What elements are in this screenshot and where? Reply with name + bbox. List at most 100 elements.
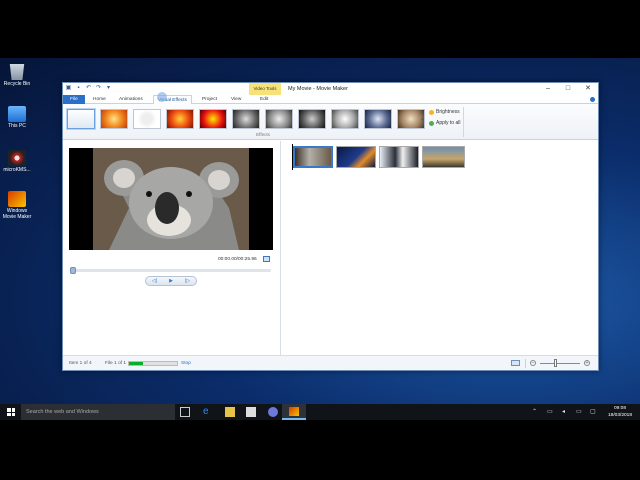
title-bar: ▣ ▪ ↶ ↷ ▾ Video Tools My Movie - Movie M… bbox=[63, 83, 598, 95]
storyboard-view-icon[interactable] bbox=[511, 360, 520, 366]
close-button[interactable]: ✕ bbox=[578, 83, 598, 95]
tab-project[interactable]: Project bbox=[198, 95, 221, 104]
apply-to-all-button[interactable]: Apply to all bbox=[429, 120, 460, 126]
video-preview[interactable] bbox=[69, 148, 273, 250]
ribbon-separator bbox=[463, 107, 464, 137]
apply-to-all-label: Apply to all bbox=[436, 120, 461, 126]
effect-thumbnail[interactable] bbox=[100, 109, 128, 129]
status-separator bbox=[525, 359, 526, 368]
tab-view[interactable]: View bbox=[227, 95, 245, 104]
tab-animations[interactable]: Animations bbox=[115, 95, 147, 104]
playback-controls: ◁| ▶ |▷ bbox=[145, 276, 197, 286]
taskbar: Search the web and Windows e ⌃ ▭ ◂ ▭ ▢ 0… bbox=[0, 404, 640, 420]
app-icon[interactable] bbox=[268, 407, 278, 417]
effect-thumbnail[interactable] bbox=[133, 109, 161, 129]
previous-frame-button[interactable]: ◁| bbox=[146, 277, 163, 285]
fullscreen-preview-button[interactable] bbox=[263, 256, 270, 262]
effect-thumbnail[interactable] bbox=[331, 109, 359, 129]
notifications-icon[interactable]: ⌃ bbox=[532, 408, 537, 415]
desktop-icon-label: This PC bbox=[8, 123, 26, 129]
status-bar: Item 1 of 4 File 1 of 1 Stop – + bbox=[63, 355, 598, 370]
status-file-count: File 1 of 1 bbox=[105, 361, 127, 366]
desktop-icon-label: Windows Movie Maker bbox=[2, 208, 32, 220]
effects-gallery-scroll[interactable]: ▲ ▼ ▾ bbox=[420, 109, 425, 129]
stop-link[interactable]: Stop bbox=[181, 361, 191, 366]
tab-edit[interactable]: Edit bbox=[256, 95, 272, 104]
action-center-icon[interactable]: ▢ bbox=[590, 408, 596, 415]
tab-home[interactable]: Home bbox=[89, 95, 110, 104]
microkms-icon bbox=[8, 150, 26, 166]
movie-maker-icon bbox=[8, 191, 26, 207]
play-button[interactable]: ▶ bbox=[163, 277, 180, 285]
taskbar-search[interactable]: Search the web and Windows bbox=[21, 404, 175, 420]
brightness-label: Brightness bbox=[436, 109, 460, 115]
quick-access-toolbar: ▣ ▪ ↶ ↷ ▾ bbox=[65, 85, 112, 92]
window-controls: – □ ✕ bbox=[538, 83, 598, 95]
tab-file[interactable]: File bbox=[63, 95, 85, 104]
start-button[interactable] bbox=[7, 408, 15, 416]
desktop-icon-label: microKMS... bbox=[3, 167, 31, 173]
task-view-icon[interactable] bbox=[180, 407, 190, 417]
seek-bar[interactable] bbox=[70, 267, 271, 274]
effect-thumbnail[interactable] bbox=[199, 109, 227, 129]
recycle-bin-icon bbox=[9, 64, 25, 80]
main-content: 00:00.00/00:25.96 ◁| ▶ |▷ bbox=[63, 141, 598, 355]
status-item-count: Item 1 of 4 bbox=[69, 361, 92, 366]
help-icon[interactable] bbox=[590, 97, 595, 102]
storyboard-clip[interactable] bbox=[293, 146, 333, 168]
desktop-icon-label: Recycle Bin bbox=[3, 81, 31, 87]
zoom-slider[interactable] bbox=[540, 363, 580, 364]
storyboard-clip[interactable] bbox=[422, 146, 465, 168]
movie-maker-window: ▣ ▪ ↶ ↷ ▾ Video Tools My Movie - Movie M… bbox=[62, 82, 599, 371]
taskbar-movie-maker[interactable] bbox=[282, 404, 306, 420]
seek-thumb[interactable] bbox=[70, 267, 76, 274]
edge-icon[interactable]: e bbox=[203, 407, 213, 417]
koala-image bbox=[93, 148, 249, 250]
apply-all-icon bbox=[429, 120, 434, 126]
zoom-slider-thumb[interactable] bbox=[554, 359, 557, 367]
ribbon-tabs: File Home Animations Visual Effects Proj… bbox=[63, 95, 598, 104]
timecode: 00:00.00/00:25.96 bbox=[218, 257, 257, 262]
clock-time: 09:08 bbox=[613, 406, 626, 411]
ribbon-group-label: Effects bbox=[256, 132, 270, 137]
app-menu-icon[interactable]: ▣ bbox=[65, 85, 72, 92]
desktop-icon-microkms[interactable]: microKMS... bbox=[2, 150, 32, 173]
click-highlight bbox=[157, 92, 167, 102]
next-frame-button[interactable]: |▷ bbox=[179, 277, 196, 285]
effect-thumbnail[interactable] bbox=[232, 109, 260, 129]
storyboard-clip[interactable] bbox=[379, 146, 419, 168]
storyboard bbox=[293, 146, 468, 168]
movie-maker-icon bbox=[289, 407, 299, 416]
minimize-button[interactable]: – bbox=[538, 83, 558, 95]
window-title: My Movie - Movie Maker bbox=[288, 86, 348, 92]
network-icon[interactable]: ▭ bbox=[547, 408, 553, 415]
keyboard-icon[interactable]: ▭ bbox=[576, 408, 582, 415]
volume-icon[interactable]: ◂ bbox=[562, 408, 565, 415]
effect-thumbnail[interactable] bbox=[265, 109, 293, 129]
effect-thumbnail[interactable] bbox=[364, 109, 392, 129]
zoom-out-button[interactable]: – bbox=[530, 360, 536, 366]
maximize-button[interactable]: □ bbox=[558, 83, 578, 95]
file-explorer-icon[interactable] bbox=[225, 407, 235, 417]
zoom-in-button[interactable]: + bbox=[584, 360, 590, 366]
brightness-button[interactable]: Brightness bbox=[429, 109, 460, 115]
taskbar-clock[interactable]: 09:08 18/03/2018 bbox=[602, 405, 638, 419]
progress-bar bbox=[128, 361, 178, 366]
desktop-icon-movie-maker[interactable]: Windows Movie Maker bbox=[2, 191, 32, 220]
storyboard-clip[interactable] bbox=[336, 146, 376, 168]
progress-fill bbox=[129, 362, 144, 365]
effect-thumbnail[interactable] bbox=[166, 109, 194, 129]
brightness-icon bbox=[429, 109, 434, 115]
desktop-icon-recycle-bin[interactable]: Recycle Bin bbox=[2, 64, 32, 87]
undo-icon[interactable]: ↶ bbox=[85, 85, 92, 92]
ribbon-effects: ▲ ▼ ▾ Brightness Apply to all Effects bbox=[63, 104, 598, 140]
this-pc-icon bbox=[8, 106, 26, 122]
desktop-icon-this-pc[interactable]: This PC bbox=[2, 106, 32, 129]
store-icon[interactable] bbox=[246, 407, 256, 417]
qat-dropdown-icon[interactable]: ▾ bbox=[105, 85, 112, 92]
preview-pane: 00:00.00/00:25.96 ◁| ▶ |▷ bbox=[63, 141, 281, 355]
effect-none[interactable] bbox=[67, 109, 95, 129]
redo-icon[interactable]: ↷ bbox=[95, 85, 102, 92]
effect-thumbnail[interactable] bbox=[298, 109, 326, 129]
save-icon[interactable]: ▪ bbox=[75, 85, 82, 92]
